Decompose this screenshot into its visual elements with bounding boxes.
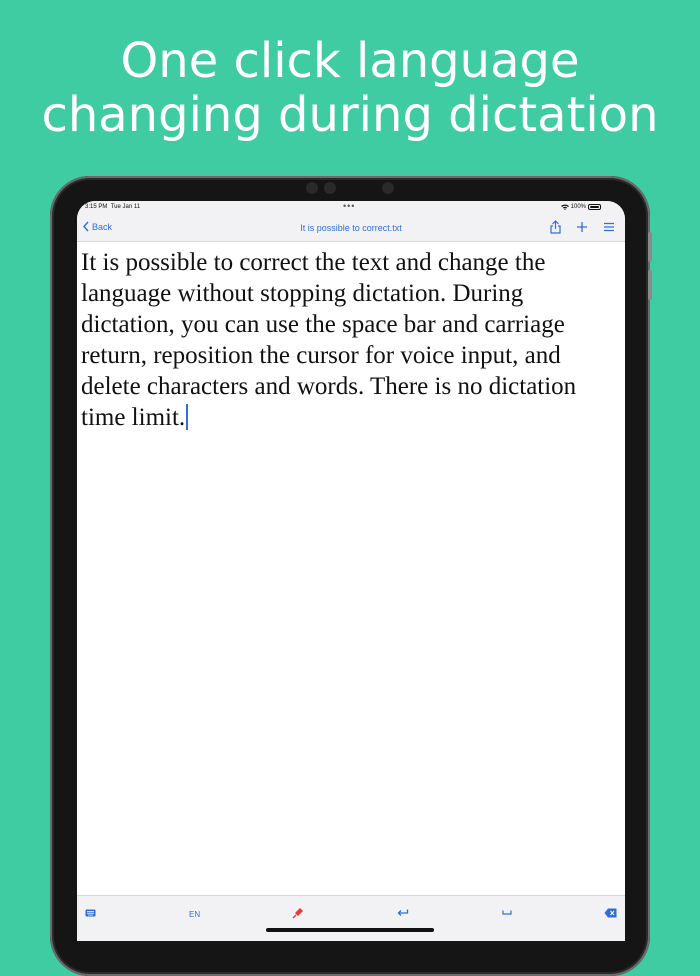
home-indicator[interactable]	[266, 928, 434, 932]
menu-icon[interactable]	[603, 222, 615, 232]
promo-headline: One click language changing during dicta…	[0, 34, 700, 142]
keyboard-icon[interactable]	[85, 909, 96, 917]
battery-percent: 100%	[570, 204, 586, 210]
status-bar: 3:15 PM Tue Jan 11 ••• 100%	[77, 201, 625, 215]
text-line-last: time limit.	[81, 402, 621, 433]
text-line: time limit.	[81, 404, 186, 431]
text-line: language without stopping dictation. Dur…	[81, 280, 524, 307]
navigation-bar: Back It is possible to correct.txt	[77, 215, 625, 242]
camera-sensor	[382, 182, 394, 194]
text-line: delete characters and words. There is no…	[81, 373, 577, 400]
delete-icon[interactable]	[604, 908, 617, 918]
text-line: It is possible to correct the text and c…	[81, 249, 546, 276]
volume-button	[648, 270, 652, 300]
headline-line-1: One click language	[120, 33, 580, 89]
text-line: return, reposition the cursor for voice …	[81, 342, 561, 369]
space-icon[interactable]	[502, 910, 512, 915]
text-line: dictation, you can use the space bar and…	[81, 311, 565, 338]
multitask-dots[interactable]: •••	[343, 201, 355, 211]
camera-sensor	[306, 182, 318, 194]
status-time: 3:15 PM Tue Jan 11	[85, 204, 141, 210]
document-title: It is possible to correct.txt	[300, 223, 402, 233]
app-screen: 3:15 PM Tue Jan 11 ••• 100% Back It is p…	[77, 201, 625, 941]
document-text-area[interactable]: It is possible to correct the text and c…	[81, 247, 621, 433]
status-right: 100%	[560, 204, 601, 210]
wifi-icon	[560, 204, 569, 210]
share-icon[interactable]	[550, 220, 561, 234]
return-icon[interactable]	[397, 909, 409, 917]
headline-line-2: changing during dictation	[41, 87, 659, 143]
microphone-icon[interactable]	[292, 907, 304, 919]
volume-button	[648, 232, 652, 262]
battery-icon	[588, 204, 601, 210]
nav-actions	[550, 220, 615, 234]
text-cursor	[186, 404, 188, 430]
plus-icon[interactable]	[576, 221, 588, 233]
language-toggle[interactable]: EN	[189, 910, 200, 919]
dictation-toolbar: EN	[77, 895, 625, 941]
camera-lens	[324, 182, 336, 194]
